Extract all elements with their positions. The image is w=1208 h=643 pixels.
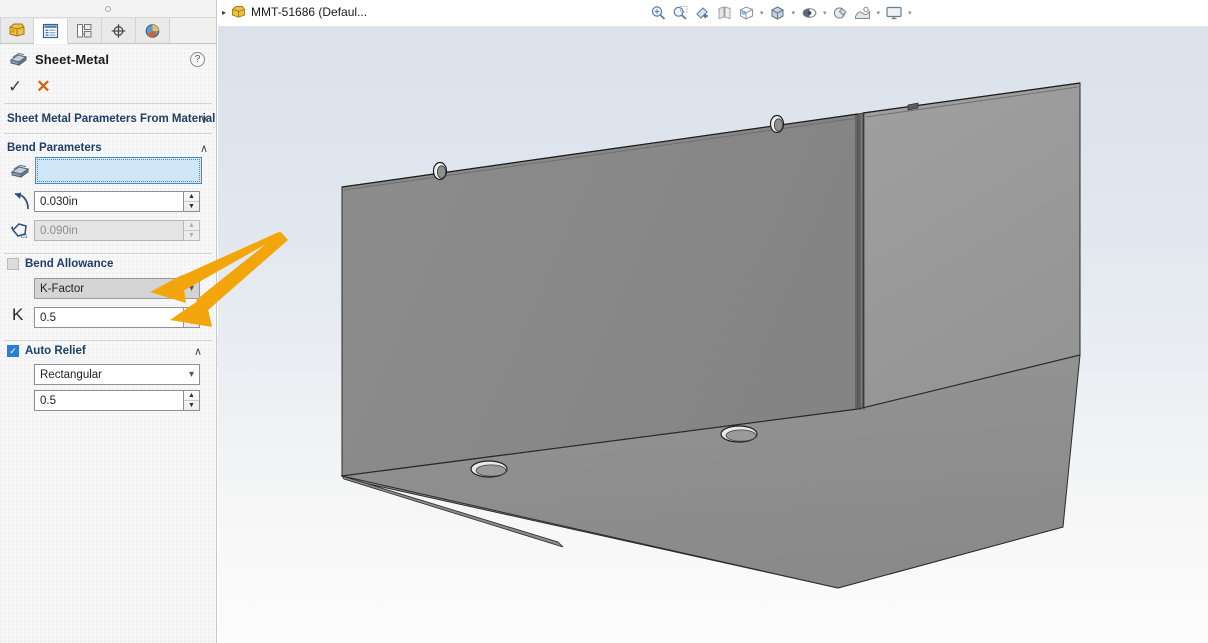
section-view-icon[interactable] bbox=[714, 2, 734, 24]
sidebar-tab-configuration-manager[interactable] bbox=[68, 18, 102, 43]
document-name: MMT-51686 (Defaul... bbox=[251, 5, 367, 19]
view-orientation-caret[interactable]: ▾ bbox=[758, 9, 766, 17]
chevron-down-icon[interactable]: ∨ bbox=[200, 113, 208, 126]
bend-radius-field[interactable]: 0.030in bbox=[34, 191, 184, 212]
panel-collapse-dot[interactable] bbox=[105, 6, 111, 12]
view-orientation-icon[interactable] bbox=[736, 2, 756, 24]
chevron-down-icon[interactable]: ▾ bbox=[189, 283, 194, 294]
edit-appearance-icon[interactable] bbox=[831, 2, 851, 24]
bend-allowance-checkbox[interactable] bbox=[7, 258, 19, 270]
breadcrumb[interactable]: ▸ MMT-51686 (Defaul... bbox=[222, 5, 367, 19]
combo-divider bbox=[181, 279, 182, 298]
divider-3 bbox=[4, 253, 212, 254]
hide-show-items-icon[interactable] bbox=[799, 2, 819, 24]
view-settings-icon[interactable] bbox=[884, 2, 904, 24]
section-header-bend-parameters[interactable]: Bend Parameters ∧ bbox=[0, 139, 217, 157]
auto-relief-checkbox[interactable]: ✓ bbox=[7, 345, 19, 357]
chevron-down-icon[interactable]: ▾ bbox=[189, 369, 194, 380]
panel-top-strip bbox=[0, 0, 217, 18]
cancel-button[interactable]: ✕ bbox=[36, 78, 50, 95]
target-icon bbox=[110, 23, 127, 39]
top-toolbar: ▸ MMT-51686 (Defaul... bbox=[218, 0, 1208, 27]
display-style-caret[interactable]: ▾ bbox=[790, 9, 798, 17]
graphics-area[interactable] bbox=[218, 27, 1208, 643]
display-style-icon[interactable] bbox=[768, 2, 788, 24]
divider-2 bbox=[4, 133, 212, 134]
confirm-row: ✓ ✕ bbox=[0, 74, 217, 98]
appearance-sphere-icon bbox=[144, 23, 161, 39]
auto-relief-ratio-icon: D1 bbox=[9, 220, 31, 245]
hide-show-items-caret[interactable]: ▾ bbox=[821, 9, 829, 17]
bend-radius-row: 0.030in ▲ ▼ bbox=[34, 191, 200, 212]
auto-relief-ratio-spinner[interactable]: ▲ ▼ bbox=[184, 390, 200, 411]
sheet-metal-icon bbox=[8, 50, 28, 68]
part-document-icon bbox=[231, 5, 246, 19]
bend-radius-icon bbox=[11, 191, 31, 216]
auto-relief-ratio-row: 0.5 ▲ ▼ bbox=[34, 390, 200, 411]
spinner-down-arrow[interactable]: ▼ bbox=[184, 401, 199, 410]
page-title: Sheet-Metal bbox=[35, 52, 109, 67]
chevron-up-icon[interactable]: ∧ bbox=[200, 142, 208, 155]
svg-text:D1: D1 bbox=[21, 234, 28, 240]
view-tools-group: ▾ ▾ ▾ bbox=[648, 2, 914, 24]
sidebar-tab-dimxpert-manager[interactable] bbox=[102, 18, 136, 43]
section-header-sheet-metal-params-from-material[interactable]: Sheet Metal Parameters From Material ∨ bbox=[0, 110, 217, 128]
sidebar-tab-display-manager[interactable] bbox=[136, 18, 170, 43]
spinner-up-arrow: ▲ bbox=[184, 221, 199, 231]
solidworks-window: Sheet-Metal ? ✓ ✕ Sheet Metal Parameters… bbox=[0, 0, 1208, 643]
tree-icon bbox=[8, 22, 26, 39]
view-settings-caret[interactable]: ▾ bbox=[906, 9, 914, 17]
thickness-spinner: ▲ ▼ bbox=[184, 220, 200, 241]
bend-allowance-label: Bend Allowance bbox=[25, 258, 113, 270]
apply-scene-caret[interactable]: ▾ bbox=[875, 9, 883, 17]
auto-relief-ratio-field[interactable]: 0.5 bbox=[34, 390, 184, 411]
sidebar-tab-feature-manager[interactable] bbox=[0, 18, 34, 43]
auto-relief-type-select[interactable]: Rectangular ▾ bbox=[34, 364, 200, 385]
bend-allowance-thickness-field: 0.090in bbox=[34, 220, 184, 241]
fixed-face-selection-box[interactable] bbox=[35, 157, 202, 184]
spinner-up-arrow[interactable]: ▲ bbox=[184, 192, 199, 202]
spinner-down-arrow[interactable]: ▼ bbox=[184, 318, 199, 327]
sidebar-tab-property-manager[interactable] bbox=[34, 19, 68, 44]
k-factor-row: 0.5 ▲ ▼ bbox=[34, 307, 200, 328]
help-icon[interactable]: ? bbox=[190, 52, 205, 67]
spinner-down-arrow: ▼ bbox=[184, 231, 199, 240]
auto-relief-header[interactable]: ✓ Auto Relief ∧ bbox=[7, 345, 217, 357]
fixed-face-icon bbox=[9, 161, 31, 186]
section-label: Bend Parameters bbox=[7, 142, 102, 154]
property-manager-panel: Sheet-Metal ? ✓ ✕ Sheet Metal Parameters… bbox=[0, 0, 217, 643]
zoom-to-fit-icon[interactable] bbox=[648, 2, 668, 24]
apply-scene-icon[interactable] bbox=[853, 2, 873, 24]
previous-view-icon[interactable] bbox=[692, 2, 712, 24]
manager-tab-row bbox=[0, 18, 217, 44]
chevron-up-icon[interactable]: ∧ bbox=[194, 345, 202, 358]
bend-allowance-type-select[interactable]: K-Factor ▾ bbox=[34, 278, 200, 299]
k-factor-spinner[interactable]: ▲ ▼ bbox=[184, 307, 200, 328]
ok-button[interactable]: ✓ bbox=[8, 78, 22, 95]
spinner-up-arrow[interactable]: ▲ bbox=[184, 391, 199, 401]
property-manager-title-row: Sheet-Metal ? bbox=[0, 45, 217, 73]
configuration-icon bbox=[76, 23, 93, 39]
spinner-up-arrow[interactable]: ▲ bbox=[184, 308, 199, 318]
property-list-icon bbox=[42, 23, 59, 39]
k-factor-label: K bbox=[12, 305, 23, 325]
auto-relief-type-value: Rectangular bbox=[40, 369, 102, 381]
bend-allowance-header[interactable]: Bend Allowance bbox=[7, 258, 113, 270]
sheet-metal-enclosure-model bbox=[218, 27, 1208, 643]
divider-4 bbox=[4, 340, 212, 341]
section-label: Sheet Metal Parameters From Material bbox=[7, 113, 215, 125]
auto-relief-label: Auto Relief bbox=[25, 345, 86, 357]
zoom-to-area-icon[interactable] bbox=[670, 2, 690, 24]
k-factor-field[interactable]: 0.5 bbox=[34, 307, 184, 328]
bend-allowance-type-value: K-Factor bbox=[40, 283, 84, 295]
chevron-right-icon[interactable]: ▸ bbox=[222, 8, 226, 17]
divider-1 bbox=[4, 103, 212, 104]
bend-radius-spinner[interactable]: ▲ ▼ bbox=[184, 191, 200, 212]
spinner-down-arrow[interactable]: ▼ bbox=[184, 202, 199, 211]
thickness-row: 0.090in ▲ ▼ bbox=[34, 220, 200, 241]
